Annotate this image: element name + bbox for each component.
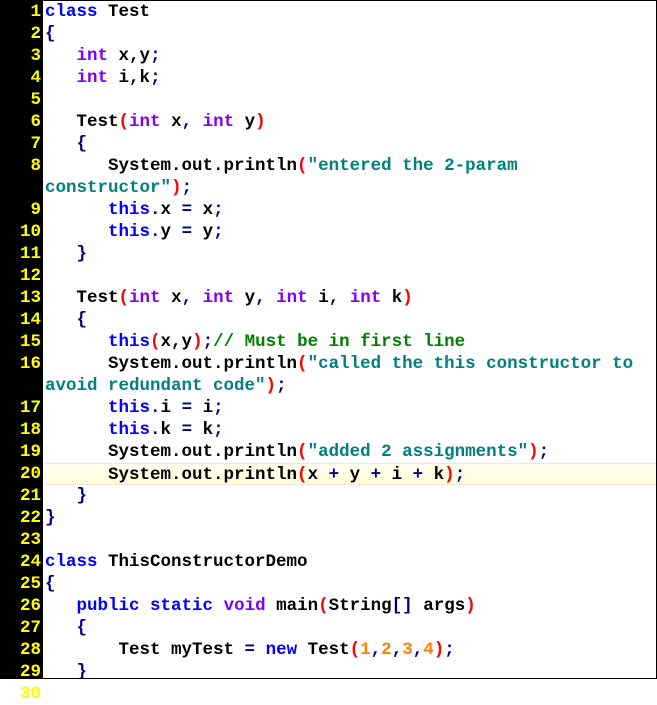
code-line: Test(int x, int y): [45, 111, 656, 133]
line-number: 30: [1, 683, 41, 705]
line-number: 15: [1, 331, 41, 353]
code-line: {: [45, 23, 656, 45]
line-number: 12: [1, 265, 41, 287]
code-line: [45, 529, 656, 551]
line-number: 13: [1, 287, 41, 309]
line-number: 19: [1, 441, 41, 463]
line-number-gutter: 1 2 3 4 5 6 7 8 9 10 11 12 13 14 15 16 1…: [1, 1, 43, 678]
code-line: int x,y;: [45, 45, 656, 67]
code-line: Test(int x, int y, int i, int k): [45, 287, 656, 309]
code-line: this.i = i;: [45, 397, 656, 419]
line-number: 6: [1, 111, 41, 133]
line-number: 3: [1, 45, 41, 67]
line-number: 9: [1, 199, 41, 221]
code-line: [45, 89, 656, 111]
code-line: {: [45, 617, 656, 639]
line-number: 5: [1, 89, 41, 111]
code-line: {: [45, 309, 656, 331]
code-line: }: [45, 661, 656, 678]
line-number: 14: [1, 309, 41, 331]
line-number: 21: [1, 485, 41, 507]
line-number: 8: [1, 155, 41, 199]
line-number: 7: [1, 133, 41, 155]
code-line-current: System.out.println(x + y + i + k);: [45, 463, 656, 485]
code-line: public static void main(String[] args): [45, 595, 656, 617]
line-number: 23: [1, 529, 41, 551]
line-number: 1: [1, 1, 41, 23]
code-line: this.y = y;: [45, 221, 656, 243]
code-area[interactable]: class Test { int x,y; int i,k; Test(int …: [43, 1, 656, 678]
line-number: 28: [1, 639, 41, 661]
line-number: 16: [1, 353, 41, 397]
code-line: }: [45, 507, 656, 529]
code-line: class Test: [45, 1, 656, 23]
line-number: 11: [1, 243, 41, 265]
line-number: 25: [1, 573, 41, 595]
code-line: Test myTest = new Test(1,2,3,4);: [45, 639, 656, 661]
line-number: 10: [1, 221, 41, 243]
code-line: class ThisConstructorDemo: [45, 551, 656, 573]
code-line: System.out.println("added 2 assignments"…: [45, 441, 656, 463]
code-line: {: [45, 573, 656, 595]
line-number: 26: [1, 595, 41, 617]
code-editor: 1 2 3 4 5 6 7 8 9 10 11 12 13 14 15 16 1…: [0, 0, 657, 679]
code-line: }: [45, 485, 656, 507]
line-number: 18: [1, 419, 41, 441]
code-line: this.k = k;: [45, 419, 656, 441]
code-line: this.x = x;: [45, 199, 656, 221]
line-number: 17: [1, 397, 41, 419]
line-number: 27: [1, 617, 41, 639]
line-number: 29: [1, 661, 41, 683]
code-line: {: [45, 133, 656, 155]
line-number: 4: [1, 67, 41, 89]
code-line: int i,k;: [45, 67, 656, 89]
line-number: 22: [1, 507, 41, 529]
line-number: 20: [1, 463, 41, 485]
line-number: 2: [1, 23, 41, 45]
code-line: [45, 265, 656, 287]
code-line: System.out.println("called the this cons…: [45, 353, 656, 397]
code-line: System.out.println("entered the 2-param …: [45, 155, 656, 199]
code-line: this(x,y);// Must be in first line: [45, 331, 656, 353]
line-number: 24: [1, 551, 41, 573]
code-line: }: [45, 243, 656, 265]
